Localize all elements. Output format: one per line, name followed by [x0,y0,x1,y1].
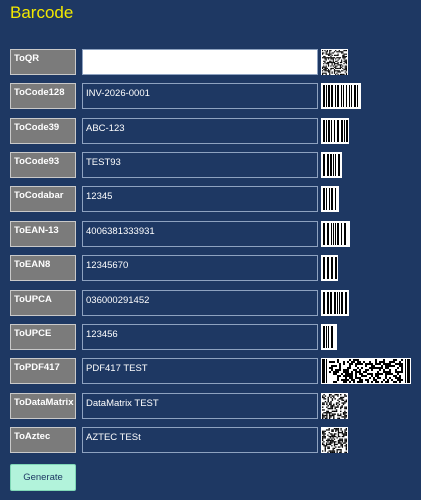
upca-input[interactable]: 036000291452 [82,290,318,316]
datamatrix-input[interactable]: DataMatrix TEST [82,393,318,419]
to-code39-button[interactable]: ToCode39 [10,118,76,144]
code93-input[interactable]: TEST93 [82,152,318,178]
to-ean8-button[interactable]: ToEAN8 [10,255,76,281]
row-code128: ToCode128 INV-2026-0001 [10,83,415,111]
pdf417-barcode-image [321,358,411,384]
to-upce-button[interactable]: ToUPCE [10,324,76,350]
upca-barcode-image [321,290,349,316]
datamatrix-code-image [321,393,348,419]
row-code39: ToCode39 ABC-123 [10,118,415,146]
row-datamatrix: ToDataMatrix DataMatrix TEST [10,393,415,421]
code128-input[interactable]: INV-2026-0001 [82,83,318,109]
to-pdf417-button[interactable]: ToPDF417 [10,358,76,384]
code39-input[interactable]: ABC-123 [82,118,318,144]
to-code128-button[interactable]: ToCode128 [10,83,76,109]
pdf417-input[interactable]: PDF417 TEST [82,358,318,384]
row-upca: ToUPCA 036000291452 [10,290,415,318]
qr-code-image [321,49,348,75]
codabar-input[interactable]: 12345 [82,186,318,212]
aztec-code-image [321,427,348,453]
to-upca-button[interactable]: ToUPCA [10,290,76,316]
ean13-input[interactable]: 4006381333931 [82,221,318,247]
aztec-input[interactable]: AZTEC TESt [82,427,318,453]
to-codabar-button[interactable]: ToCodabar [10,186,76,212]
ean13-barcode-image [321,221,350,247]
to-qr-button[interactable]: ToQR [10,49,76,75]
generate-button[interactable]: Generate [10,464,76,491]
upce-barcode-image [321,324,337,350]
row-ean8: ToEAN8 12345670 [10,255,415,283]
code39-barcode-image [321,118,349,144]
to-aztec-button[interactable]: ToAztec [10,427,76,453]
to-ean13-button[interactable]: ToEAN-13 [10,221,76,247]
row-code93: ToCode93 TEST93 [10,152,415,180]
ean8-barcode-image [321,255,338,281]
to-datamatrix-button[interactable]: ToDataMatrix [10,393,76,419]
row-pdf417: ToPDF417 PDF417 TEST [10,358,415,386]
row-codabar: ToCodabar 12345 [10,186,415,214]
codabar-barcode-image [321,186,339,212]
qr-input[interactable] [82,49,318,75]
code128-barcode-image [321,83,361,109]
upce-input[interactable]: 123456 [82,324,318,350]
page-title: Barcode [10,3,74,22]
to-code93-button[interactable]: ToCode93 [10,152,76,178]
ean8-input[interactable]: 12345670 [82,255,318,281]
row-ean13: ToEAN-13 4006381333931 [10,221,415,249]
code93-barcode-image [321,152,342,178]
row-qr: ToQR [10,49,415,77]
row-aztec: ToAztec AZTEC TESt [10,427,415,455]
row-upce: ToUPCE 123456 [10,324,415,352]
